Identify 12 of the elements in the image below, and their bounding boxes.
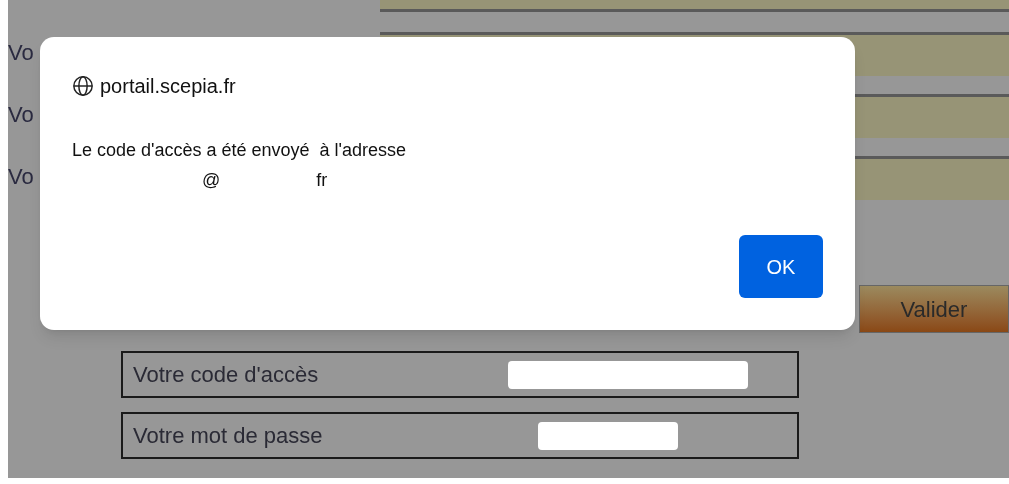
field-label: Vo: [8, 101, 34, 127]
email-at: @: [202, 169, 221, 192]
info-label: Votre code d'accès: [133, 361, 319, 389]
dialog-message: Le code d'accès a été envoyé à l'adresse: [72, 139, 407, 162]
info-label: Votre mot de passe: [133, 422, 323, 450]
field-label: Vo: [8, 163, 34, 189]
email-domain: fr: [316, 169, 328, 192]
dialog-origin: portail.scepia.fr: [100, 74, 236, 99]
globe-icon: [72, 75, 94, 97]
ok-button[interactable]: OK: [739, 235, 823, 298]
submit-button[interactable]: Valider: [859, 285, 1009, 333]
field-label: Vo: [8, 39, 34, 65]
